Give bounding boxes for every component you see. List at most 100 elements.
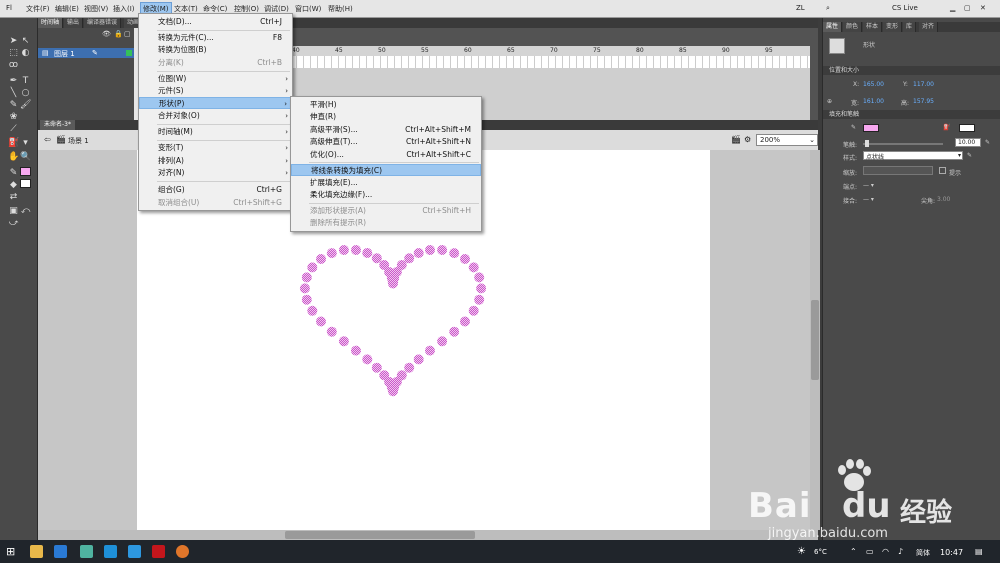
- ime-indicator[interactable]: 简体: [916, 548, 930, 558]
- stroke-color-icon[interactable]: ✎: [8, 168, 19, 179]
- layer-color-box[interactable]: [126, 50, 132, 56]
- x-value[interactable]: 165.00: [863, 81, 884, 88]
- edit-style-icon[interactable]: ✎: [967, 152, 972, 159]
- minimize-button[interactable]: ▁: [950, 4, 955, 12]
- volume-icon[interactable]: ♪: [898, 547, 903, 556]
- menu-item-align[interactable]: 对齐(N) ›: [139, 167, 292, 179]
- hint-checkbox[interactable]: [939, 167, 946, 174]
- zoom-select[interactable]: 200% ⌄: [756, 134, 818, 146]
- wifi-icon[interactable]: ◠: [882, 547, 889, 556]
- paint-bucket-icon[interactable]: ⛽: [8, 138, 19, 149]
- tab-library[interactable]: 库: [903, 22, 917, 32]
- battery-icon[interactable]: ▭: [866, 547, 874, 556]
- tab-align[interactable]: 对齐: [919, 22, 939, 32]
- user-menu[interactable]: ZL: [796, 4, 805, 12]
- join-select[interactable]: — ▾: [863, 196, 874, 203]
- menu-item-optimize[interactable]: 优化(O)... Ctrl+Alt+Shift+C: [291, 149, 481, 161]
- hand-tool-icon[interactable]: ✋: [8, 152, 19, 163]
- weather-icon[interactable]: ☀: [797, 546, 806, 557]
- stroke-swatch[interactable]: [863, 124, 879, 132]
- lock-icon[interactable]: 🔒: [114, 30, 123, 38]
- notification-icon[interactable]: ▤: [975, 547, 983, 556]
- miter-value[interactable]: 3.00: [937, 196, 950, 203]
- straighten-icon[interactable]: ⤻: [8, 218, 19, 229]
- stroke-input[interactable]: 10.00: [955, 138, 981, 147]
- menu-item-advanced-straighten[interactable]: 高级伸直(T)... Ctrl+Alt+Shift+N: [291, 136, 481, 148]
- menu-window[interactable]: 窗口(W): [295, 4, 321, 14]
- selection-tool-icon[interactable]: ➤: [8, 36, 19, 47]
- edit-scene-icon[interactable]: 🎬: [731, 135, 741, 144]
- scale-select[interactable]: [863, 166, 933, 175]
- start-icon[interactable]: ⊞: [6, 545, 19, 558]
- stroke-slider[interactable]: [863, 143, 943, 145]
- tab-transform[interactable]: 变形: [883, 22, 903, 32]
- ink-bottle-icon[interactable]: ▾: [20, 138, 31, 149]
- line-tool-icon[interactable]: ╲: [8, 88, 19, 99]
- fill-color-icon[interactable]: ◆: [8, 180, 19, 191]
- menu-item-convert-symbol[interactable]: 转换为元件(C)... F8: [139, 32, 292, 44]
- maximize-button[interactable]: ▢: [964, 4, 971, 12]
- section-fill-stroke[interactable]: 填充和笔触: [823, 110, 1000, 119]
- tab-output[interactable]: 输出: [64, 18, 84, 28]
- height-value[interactable]: 157.95: [913, 98, 934, 105]
- menu-item-symbol[interactable]: 元件(S) ›: [139, 85, 292, 97]
- tab-swatches[interactable]: 样本: [863, 22, 883, 32]
- menu-item-document[interactable]: 文档(D)... Ctrl+J: [139, 16, 292, 28]
- edit-symbols-icon[interactable]: ⚙: [744, 135, 751, 144]
- flash-icon[interactable]: [152, 545, 165, 558]
- stroke-color-swatch[interactable]: [20, 167, 31, 176]
- search-icon[interactable]: ⌕: [826, 4, 830, 13]
- stroke-style-select[interactable]: 点状线 ▾: [863, 151, 963, 161]
- free-transform-icon[interactable]: ⬚: [8, 48, 19, 59]
- text-tool-icon[interactable]: T: [20, 76, 31, 87]
- gradient-transform-icon[interactable]: ◐: [20, 48, 31, 59]
- pencil-tool-icon[interactable]: ✎: [8, 100, 19, 111]
- app-icon[interactable]: [80, 545, 93, 558]
- menu-view[interactable]: 视图(V): [84, 4, 108, 14]
- menu-insert[interactable]: 插入(I): [113, 4, 135, 14]
- network-icon[interactable]: ⌃: [850, 547, 857, 556]
- cap-select[interactable]: — ▾: [863, 182, 874, 189]
- deco-tool-icon[interactable]: ❀: [8, 112, 19, 123]
- menu-item-convert-lines-to-fills[interactable]: 将线条转换为填充(C): [291, 164, 481, 176]
- snap-icon[interactable]: ▣: [8, 206, 19, 217]
- pen-tool-icon[interactable]: ✒: [8, 76, 19, 87]
- layer-row[interactable]: ▤ 图层 1 ✎: [38, 48, 134, 58]
- menu-item-combine-objects[interactable]: 合并对象(O) ›: [139, 110, 292, 122]
- menu-item-soften-fill-edges[interactable]: 柔化填充边缘(F)...: [291, 189, 481, 201]
- tab-properties[interactable]: 属性: [823, 22, 843, 32]
- menu-item-bitmap[interactable]: 位图(W) ›: [139, 73, 292, 85]
- menu-edit[interactable]: 编辑(E): [55, 4, 79, 14]
- app-icon[interactable]: [104, 545, 117, 558]
- tab-color[interactable]: 颜色: [843, 22, 863, 32]
- horizontal-scroll-thumb[interactable]: [285, 531, 475, 539]
- app-icon[interactable]: Fl: [6, 4, 12, 12]
- edit-stroke-icon[interactable]: ✎: [985, 139, 990, 146]
- zoom-tool-icon[interactable]: 🔍: [20, 152, 31, 163]
- lasso-tool-icon[interactable]: ꝏ: [8, 60, 19, 71]
- width-value[interactable]: 161.00: [863, 98, 884, 105]
- swap-colors-icon[interactable]: ⇄: [8, 192, 19, 203]
- frame-cells[interactable]: [290, 56, 810, 68]
- tab-timeline[interactable]: 时间轴: [38, 18, 64, 28]
- eye-icon[interactable]: 👁: [102, 30, 111, 38]
- link-icon[interactable]: ⊕: [827, 98, 832, 105]
- clock[interactable]: 10:47: [940, 548, 963, 557]
- y-value[interactable]: 117.00: [913, 81, 934, 88]
- menu-item-expand-fill[interactable]: 扩展填充(E)...: [291, 177, 481, 189]
- document-tab[interactable]: 未命名-3*: [40, 120, 75, 130]
- outline-icon[interactable]: ▢: [124, 30, 131, 38]
- menu-item-group[interactable]: 组合(G) Ctrl+G: [139, 184, 292, 196]
- back-arrow-icon[interactable]: ⇦: [44, 135, 51, 144]
- tab-compiler-errors[interactable]: 编译器错误: [84, 18, 122, 28]
- firefox-icon[interactable]: [176, 545, 189, 558]
- menu-item-advanced-smooth[interactable]: 高级平滑(S)... Ctrl+Alt+Shift+M: [291, 124, 481, 136]
- menu-file[interactable]: 文件(F): [26, 4, 50, 14]
- menu-item-arrange[interactable]: 排列(A) ›: [139, 155, 292, 167]
- file-explorer-icon[interactable]: [30, 545, 43, 558]
- menu-item-timeline[interactable]: 时间轴(M) ›: [139, 126, 292, 138]
- subselection-tool-icon[interactable]: ↖: [20, 36, 31, 47]
- brush-tool-icon[interactable]: 🖌: [20, 100, 31, 111]
- layer-name[interactable]: 图层 1: [54, 49, 75, 59]
- bone-tool-icon[interactable]: ⟋: [8, 124, 19, 135]
